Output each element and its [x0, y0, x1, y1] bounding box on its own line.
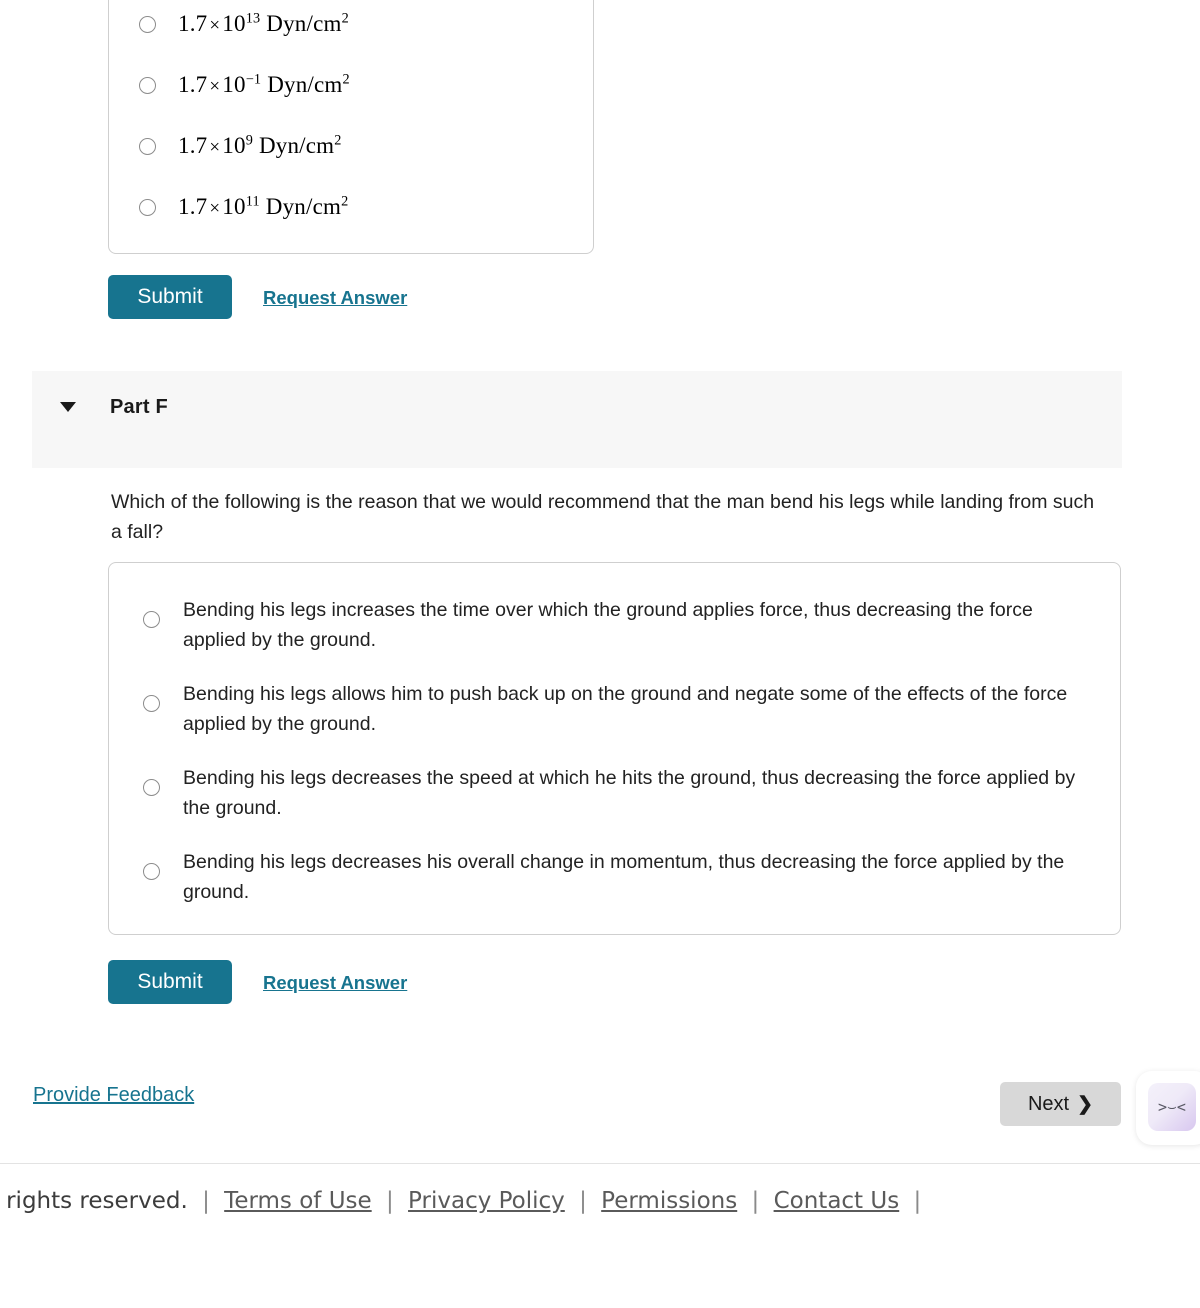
part-f-request-answer-link[interactable]: Request Answer: [263, 972, 407, 994]
footer-separator: |: [385, 1188, 394, 1214]
part-f-option-label: Bending his legs decreases the speed at …: [183, 767, 1076, 819]
part-e-option-label: 1.7 ×109 Dyn/cm2: [178, 132, 342, 158]
part-f-options-box: Bending his legs increases the time over…: [108, 562, 1121, 935]
part-e-option-0[interactable]: 1.7 ×1013 Dyn/cm2: [139, 9, 349, 39]
radio-button[interactable]: [139, 15, 156, 33]
part-e-option-2[interactable]: 1.7 ×109 Dyn/cm2: [139, 131, 342, 161]
part-f-option-3[interactable]: Bending his legs decreases his overall c…: [143, 847, 1093, 907]
part-f-header-band[interactable]: [32, 371, 1122, 468]
chevron-right-icon: ❯: [1077, 1093, 1094, 1115]
footer-separator: |: [913, 1188, 922, 1214]
part-f-question-text: Which of the following is the reason tha…: [111, 491, 1095, 543]
footer-separator: |: [579, 1188, 587, 1214]
radio-button[interactable]: [143, 863, 160, 880]
footer-divider: [0, 1163, 1200, 1164]
footer-link-contact-us[interactable]: Contact Us: [774, 1188, 900, 1214]
part-e-option-label: 1.7 ×10−1 Dyn/cm2: [178, 71, 350, 97]
part-f-option-label: Bending his legs increases the time over…: [183, 599, 1033, 651]
radio-button[interactable]: [143, 779, 160, 796]
footer-link-terms-of-use[interactable]: Terms of Use: [224, 1188, 372, 1214]
part-f-option-label: Bending his legs allows him to push back…: [183, 683, 1068, 735]
footer-link-permissions[interactable]: Permissions: [601, 1188, 737, 1214]
radio-button[interactable]: [139, 76, 156, 94]
part-f-title: Part F: [110, 396, 168, 418]
part-f-submit-button[interactable]: Submit: [108, 960, 232, 1004]
next-button-label: Next: [1027, 1092, 1070, 1115]
radio-button[interactable]: [143, 695, 160, 712]
footer-separator: |: [202, 1188, 210, 1214]
part-e-option-label: 1.7 ×1013 Dyn/cm2: [178, 10, 349, 36]
part-f-option-0[interactable]: Bending his legs increases the time over…: [143, 595, 1093, 655]
chevron-down-icon[interactable]: [60, 402, 76, 412]
part-f-option-label: Bending his legs decreases his overall c…: [183, 851, 1065, 903]
part-e-option-3[interactable]: 1.7 ×1011 Dyn/cm2: [139, 192, 348, 222]
part-e-request-answer-link[interactable]: Request Answer: [263, 287, 407, 309]
radio-button[interactable]: [139, 137, 156, 155]
part-e-option-1[interactable]: 1.7 ×10−1 Dyn/cm2: [139, 70, 350, 100]
part-e-options-box: 1.7 ×1013 Dyn/cm2 1.7 ×10−1 Dyn/cm2 1.7 ×10…: [108, 0, 594, 254]
part-f-option-2[interactable]: Bending his legs decreases the speed at …: [143, 763, 1093, 823]
radio-button[interactable]: [143, 611, 160, 628]
part-f-option-1[interactable]: Bending his legs allows him to push back…: [143, 679, 1093, 739]
next-button[interactable]: Next ❯: [1000, 1082, 1121, 1126]
footer-separator: |: [751, 1188, 760, 1214]
footer-link-privacy-policy[interactable]: Privacy Policy: [408, 1188, 565, 1214]
footer: ll rights reserved. | Terms of Use | Pri…: [0, 1188, 928, 1214]
radio-button[interactable]: [139, 198, 156, 216]
footer-copyright: ll rights reserved.: [0, 1188, 188, 1214]
provide-feedback-link[interactable]: Provide Feedback: [33, 1084, 194, 1107]
part-e-submit-button[interactable]: Submit: [108, 275, 232, 319]
part-e-option-label: 1.7 ×1011 Dyn/cm2: [178, 193, 349, 219]
face-emoticon-icon[interactable]: >⌣<: [1148, 1083, 1196, 1131]
